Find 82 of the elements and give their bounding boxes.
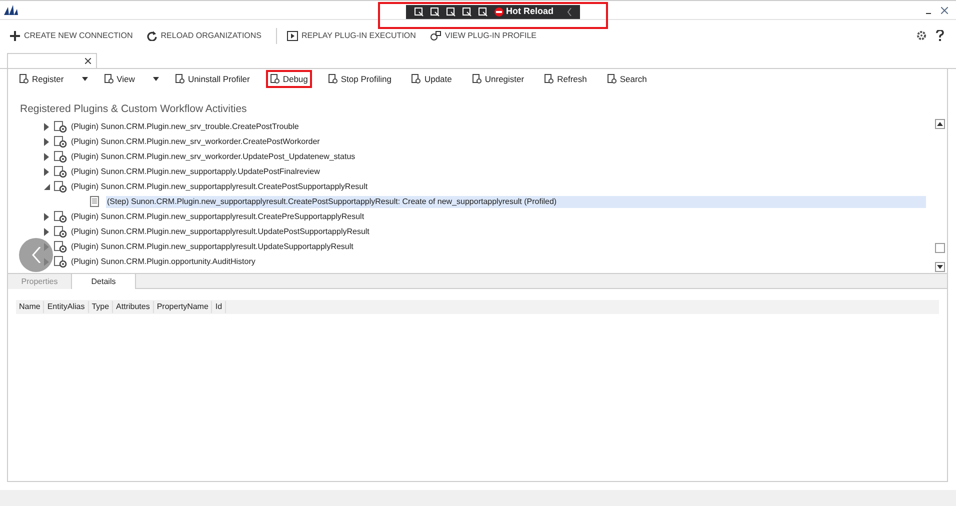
tree-item[interactable]: (Plugin) Sunon.CRM.Plugin.new_supportapplyresult.UpdateSupportapplyResult [70, 240, 354, 252]
column-header[interactable]: Id [212, 301, 226, 313]
plus-icon [10, 30, 20, 40]
close-icon[interactable] [941, 6, 948, 14]
plugin-gear-icon [54, 166, 67, 178]
expand-icon[interactable] [44, 138, 49, 146]
toolbar-icon [328, 74, 338, 84]
expand-icon[interactable] [44, 152, 49, 160]
tree-item[interactable]: (Plugin) Sunon.CRM.Plugin.new_srv_workorder.UpdatePost_Updatenew_status [70, 150, 356, 162]
toolbar-icon [544, 74, 554, 84]
play-icon [286, 30, 298, 40]
scroll-thumb[interactable] [935, 243, 945, 253]
expand-icon[interactable] [44, 228, 49, 236]
toolbar-icon [270, 74, 280, 84]
tree-item[interactable]: (Plugin) Sunon.CRM.Plugin.new_supportapplyresult.CreatePreSupportapplyResult [70, 210, 366, 222]
toolbar-button[interactable]: Search [602, 70, 651, 88]
toolbar-button[interactable]: View [100, 70, 139, 88]
stop-icon [494, 7, 504, 17]
tree-item[interactable]: (Step) Sunon.CRM.Plugin.new_supportapplyresult.CreatePostSupportapplyResult: Create of new_supportapplyresult (Profiled) [106, 196, 926, 208]
command-button[interactable]: VIEW PLUG-IN PROFILE [430, 30, 536, 42]
command-button[interactable]: REPLAY PLUG-IN EXECUTION [286, 30, 416, 42]
toolbar-button[interactable]: Refresh [540, 70, 591, 88]
help-icon[interactable] [936, 30, 944, 41]
toolbar-icon [411, 74, 422, 84]
scroll-down-icon[interactable] [937, 265, 943, 269]
plugin-gear-icon [54, 150, 67, 162]
dropdown-caret-icon[interactable] [82, 77, 88, 81]
toolbar-button[interactable]: Update [407, 70, 456, 88]
toolbar-button[interactable]: Debug [266, 70, 312, 88]
plugin-gear-icon [54, 240, 67, 252]
toolbar-button[interactable]: Uninstall Profiler [170, 70, 254, 88]
plugin-gear-icon [54, 180, 67, 192]
dropdown-caret-icon[interactable] [152, 77, 159, 81]
document-icon [90, 196, 99, 207]
plugin-gear-icon [54, 120, 67, 132]
hot-reload-label[interactable]: Hot Reload [506, 5, 554, 19]
toolbar-button[interactable]: Stop Profiling [324, 70, 396, 88]
column-header[interactable]: Type [88, 301, 114, 313]
settings-icon[interactable] [916, 30, 927, 41]
plugin-gear-icon [54, 256, 67, 268]
expand-icon[interactable] [44, 168, 49, 176]
scroll-up-icon[interactable] [937, 122, 943, 126]
plugin-gear-icon [54, 210, 67, 222]
expand-icon[interactable] [44, 212, 49, 220]
chevron-left-icon [32, 247, 40, 263]
tree-item[interactable]: (Plugin) Sunon.CRM.Plugin.new_supportapplyresult.UpdatePostSupportapplyResult [70, 226, 370, 238]
back-button[interactable] [19, 238, 53, 272]
toolbar-button[interactable]: Unregister [468, 70, 528, 88]
tree-item[interactable]: (Plugin) Sunon.CRM.Plugin.new_srv_trouble.CreatePostTrouble [70, 120, 300, 132]
tree-item[interactable]: (Plugin) Sunon.CRM.Plugin.opportunity.AuditHistory [70, 256, 256, 268]
logo-icon [4, 5, 18, 15]
toolbar-icon [606, 74, 617, 84]
collapse-icon[interactable] [44, 184, 50, 190]
chevron-left-icon[interactable] [567, 8, 572, 16]
minimize-icon[interactable] [926, 12, 931, 14]
tool-icon[interactable] [446, 7, 456, 17]
toolbar-icon [19, 74, 29, 84]
section-heading: Registered Plugins & Custom Workflow Activities [20, 102, 248, 116]
reload-icon [146, 30, 157, 40]
toolbar-icon [174, 74, 185, 84]
detail-tab[interactable]: Details [72, 274, 136, 289]
command-button[interactable]: CREATE NEW CONNECTION [10, 30, 133, 42]
tree-item[interactable]: (Plugin) Sunon.CRM.Plugin.new_supportapplyresult.CreatePostSupportapplyResult [70, 180, 369, 192]
tool-icon[interactable] [430, 7, 440, 17]
close-icon[interactable] [85, 58, 91, 64]
command-button[interactable]: RELOAD ORGANIZATIONS [146, 30, 262, 42]
column-header[interactable]: PropertyName [154, 301, 212, 313]
column-header[interactable]: Name [16, 301, 44, 313]
toolbar-icon [472, 74, 482, 84]
tool-icon[interactable] [478, 7, 488, 17]
toolbar-icon [104, 74, 114, 84]
column-header[interactable]: Attributes [113, 301, 154, 313]
plugin-gear-icon [54, 226, 67, 238]
tool-icon[interactable] [462, 7, 472, 17]
tree-item[interactable]: (Plugin) Sunon.CRM.Plugin.new_srv_workorder.CreatePostWorkorder [70, 136, 321, 148]
scrollbar[interactable] [934, 119, 946, 272]
tree-item[interactable]: (Plugin) Sunon.CRM.Plugin.new_supportapply.UpdatePostFinalreview [70, 166, 321, 178]
plugin-gear-icon [54, 136, 67, 148]
tool-icon[interactable] [414, 7, 424, 17]
toolbar-button[interactable]: Register [15, 70, 68, 88]
column-header[interactable]: EntityAlias [44, 301, 89, 313]
expand-icon[interactable] [44, 122, 49, 130]
